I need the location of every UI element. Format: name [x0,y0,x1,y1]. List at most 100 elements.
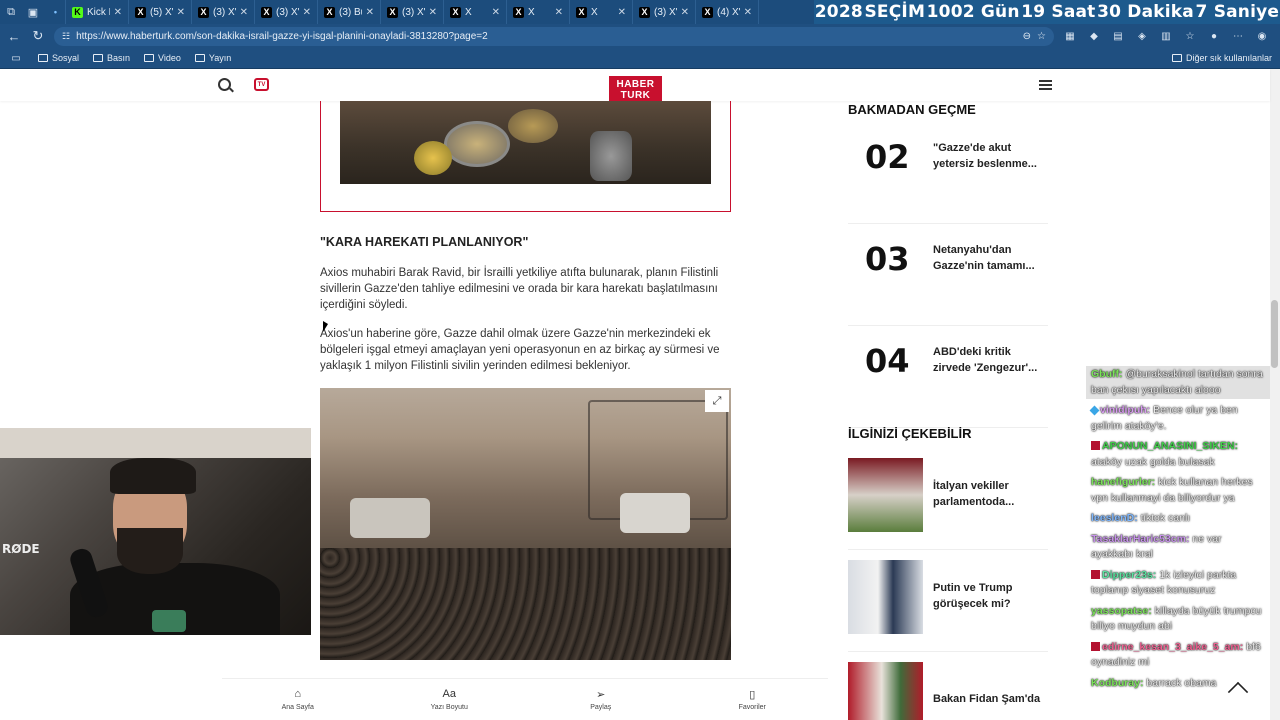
browser-tab[interactable]: X X ✕ [507,0,570,24]
search-icon[interactable] [218,78,231,91]
favorites-button[interactable]: ▯ Favoriler [712,688,792,711]
chat-message: Dipper23s: 1k izleyici parkta toplanıp s… [1086,567,1270,600]
home-icon: ⌂ [294,688,302,700]
ranked-news-item[interactable]: 02 "Gazze'de akut yetersiz beslenme... [848,122,1048,224]
expand-image-icon[interactable]: ⤢ [705,390,729,412]
news-thumbnail[interactable] [848,560,923,634]
close-tab-icon[interactable]: ✕ [177,7,185,18]
bookmark-folder-video[interactable]: Video [144,53,181,63]
card-title[interactable]: Bakan Fidan Şam'da [933,691,1048,707]
folder-icon [1171,54,1182,62]
reload-icon[interactable]: ↻ [30,28,46,44]
card-title[interactable]: Putin ve Trump görüşecek mi? [933,580,1048,612]
share-button[interactable]: ➢ Paylaş [561,688,641,711]
extension-icon-3[interactable]: ▤ [1110,28,1126,44]
browser-tab[interactable]: X (5) X'te ✕ [129,0,192,24]
tab-actions-icon[interactable]: ▣ [22,0,44,24]
browser-tab[interactable]: K Kick Li ✕ [66,0,129,24]
close-tab-icon[interactable]: ✕ [681,7,689,18]
related-news-card[interactable]: Putin ve Trump görüşecek mi? [848,550,1048,652]
browser-tab[interactable]: X (3) X'te ✕ [192,0,255,24]
subscriber-badge-icon [1091,441,1100,450]
ranked-news-item[interactable]: 03 Netanyahu'dan Gazze'nin tamamı... [848,224,1048,326]
chat-username[interactable]: edirne_kesan_3_aike_5_am: [1102,641,1243,653]
chat-message: Gbuff: @buraksakinol tartıdan sonra ban … [1086,366,1270,399]
chat-username[interactable]: yassopatse: [1091,605,1152,617]
more-menu-icon[interactable]: ⋯ [1230,28,1246,44]
url-field[interactable]: ☷ https://www.haberturk.com/son-dakika-i… [54,26,1054,46]
article-image-crowd[interactable] [320,388,731,660]
browser-tab[interactable]: X X ✕ [570,0,633,24]
other-bookmarks[interactable]: Diğer sık kullanılanlar [1171,53,1272,63]
chat-username[interactable]: leeslenD: [1091,512,1138,524]
vehicle-shape [350,498,430,538]
copilot-icon[interactable]: ◉ [1254,28,1270,44]
tv-icon[interactable]: TV [254,78,269,91]
rank-title[interactable]: "Gazze'de akut yetersiz beslenme... [933,140,1048,172]
close-tab-icon[interactable]: ✕ [366,7,374,18]
collections-icon[interactable]: ☆ [1182,28,1198,44]
close-tab-icon[interactable]: ✕ [240,7,248,18]
reader-icon[interactable]: ⊖ [1023,31,1031,42]
browser-tab[interactable]: X (3) X'te ✕ [255,0,318,24]
folder-icon [194,54,205,62]
close-tab-icon[interactable]: ✕ [555,7,563,18]
chat-message: yassopatse: killayda büyük trumpcu biliy… [1086,603,1270,636]
close-tab-icon[interactable]: ✕ [744,7,752,18]
bookmark-folder-basin[interactable]: Basın [93,53,130,63]
site-info-icon[interactable]: ☷ [62,31,70,42]
hamburger-menu-icon[interactable] [1039,80,1052,90]
pot-shape [414,141,452,175]
ranked-news-item[interactable]: 04 ABD'deki kritik zirvede 'Zengezur'... [848,326,1048,428]
browser-tab[interactable]: X (4) X'te ✕ [696,0,759,24]
browser-tab[interactable]: X X ✕ [444,0,507,24]
extension-icon-4[interactable]: ◈ [1134,28,1150,44]
chat-username[interactable]: Kodburay: [1091,677,1144,689]
chat-username[interactable]: TasaklarHaric53cm: [1091,533,1189,545]
close-tab-icon[interactable]: ✕ [618,7,626,18]
bookmark-label: Yayın [208,53,232,63]
split-screen-icon[interactable]: ▥ [1158,28,1174,44]
chat-username[interactable]: APONUN_ANASINI_SIKEN: [1102,440,1238,452]
close-tab-icon[interactable]: ✕ [114,7,122,18]
browser-tab[interactable]: • [44,0,66,24]
streamer-hair [110,458,196,494]
close-tab-icon[interactable]: ✕ [429,7,437,18]
bookmark-manager-icon[interactable]: ▭ [8,50,24,66]
scrollbar-thumb[interactable] [1271,300,1278,368]
folder-icon [144,54,155,62]
close-tab-icon[interactable]: ✕ [303,7,311,18]
news-thumbnail[interactable] [848,458,923,532]
rank-title[interactable]: ABD'deki kritik zirvede 'Zengezur'... [933,344,1048,376]
bookmark-folder-yayin[interactable]: Yayın [194,53,232,63]
card-title[interactable]: İtalyan vekiller parlamentoda... [933,478,1048,510]
chat-text: ataköy uzak golda bulasak [1091,455,1215,468]
extension-icon[interactable]: ▦ [1062,28,1078,44]
pin-favicon-icon: • [53,7,58,17]
election-countdown-overlay: 2028 SEÇİM 1002 Gün 19 Saat 30 Dakika 7 … [814,0,1280,24]
news-thumbnail[interactable] [848,662,923,720]
close-tab-icon[interactable]: ✕ [492,7,500,18]
avatar[interactable]: ● [1206,28,1222,44]
bookmark-label: Diğer sık kullanılanlar [1185,53,1272,63]
browser-tab[interactable]: X (3) Bu ✕ [318,0,381,24]
browser-tab[interactable]: X (3) X'te ✕ [381,0,444,24]
favorite-star-icon[interactable]: ☆ [1037,31,1046,42]
bookmark-folder-sosyal[interactable]: Sosyal [38,53,79,63]
rank-title[interactable]: Netanyahu'dan Gazze'nin tamamı... [933,242,1048,274]
related-news-card[interactable]: Bakan Fidan Şam'da [848,652,1048,720]
home-button[interactable]: ⌂ Ana Sayfa [258,688,338,711]
back-icon[interactable]: ← [6,29,22,44]
chat-username[interactable]: hanefigurler: [1091,476,1155,488]
chat-username[interactable]: Gbuff: [1091,368,1123,380]
chat-username[interactable]: vinidipuh: [1100,404,1150,416]
workspaces-icon[interactable]: ⧉ [0,0,22,24]
related-news-card[interactable]: İtalyan vekiller parlamentoda... [848,448,1048,550]
chat-username[interactable]: Dipper23s: [1102,569,1156,581]
font-size-button[interactable]: Aa Yazı Boyutu [409,688,489,711]
bookmark-icon: ▯ [749,689,756,701]
extension-icon-2[interactable]: ◆ [1086,28,1102,44]
chat-message: vinidipuh: Bence olur ya ben gelirim ata… [1086,402,1270,435]
browser-tab[interactable]: X (3) X'te ✕ [633,0,696,24]
page-scrollbar[interactable] [1270,69,1280,720]
